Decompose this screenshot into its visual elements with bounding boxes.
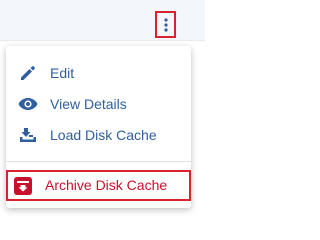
menu-item-view-details[interactable]: View Details <box>6 89 191 119</box>
menu-divider <box>6 161 191 162</box>
menu-item-edit[interactable]: Edit <box>6 58 191 88</box>
menu-item-label: Archive Disk Cache <box>45 177 168 193</box>
menu-item-archive-disk-cache[interactable]: Archive Disk Cache <box>6 170 191 201</box>
archive-icon <box>13 176 33 196</box>
vertical-dots-icon <box>163 17 168 32</box>
eye-icon <box>18 94 38 114</box>
menu-item-label: Edit <box>50 65 75 81</box>
menu-item-label: View Details <box>50 96 127 112</box>
menu-item-label: Load Disk Cache <box>50 127 157 143</box>
menu-item-load-disk-cache[interactable]: Load Disk Cache <box>6 120 191 150</box>
load-disk-cache-icon <box>18 125 38 145</box>
kebab-menu-button[interactable] <box>155 11 176 38</box>
pencil-icon <box>18 63 38 83</box>
actions-dropdown-menu: Edit View Details Load Disk Cache Archiv… <box>6 46 191 208</box>
